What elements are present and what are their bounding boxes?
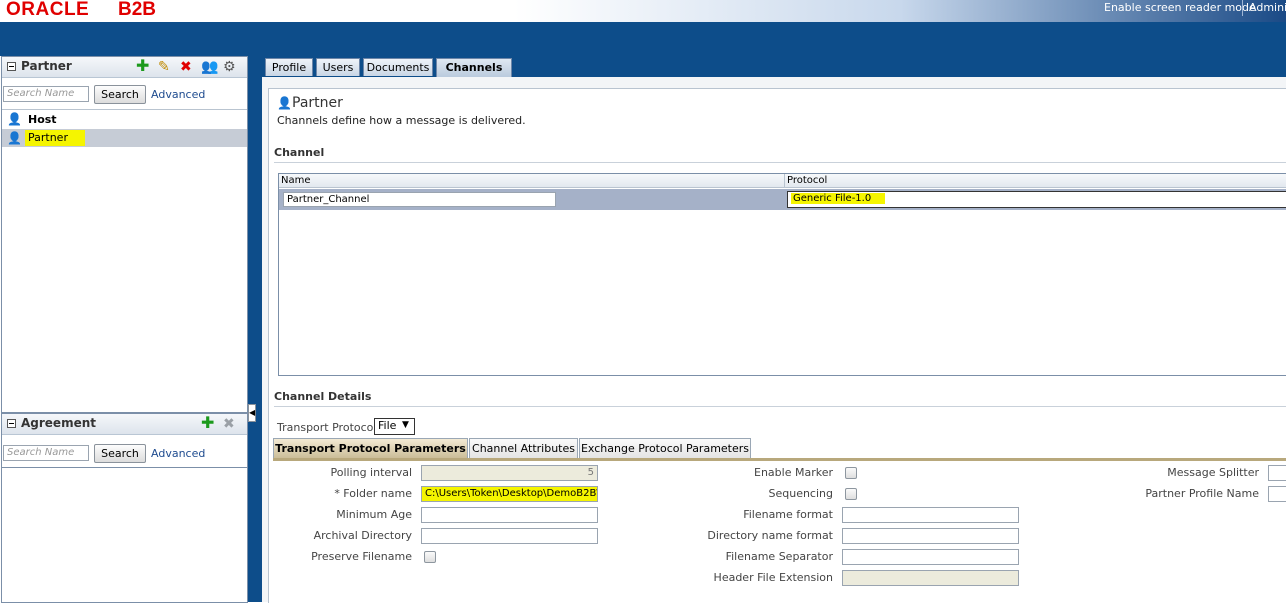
folder-name-input[interactable]: C:\Users\Token\Desktop\DemoB2B\ [421, 486, 598, 502]
minimum-age-label: Minimum Age [336, 508, 412, 521]
partner-label: Partner [25, 130, 85, 146]
list-item[interactable]: 👤 Host [2, 112, 247, 128]
message-splitter-input[interactable] [1268, 465, 1286, 481]
subtab-underline [273, 458, 1286, 461]
archival-directory-input[interactable] [421, 528, 598, 544]
column-header-protocol[interactable]: Protocol [785, 174, 1286, 188]
partner-profile-name-label: Partner Profile Name [1145, 487, 1259, 500]
agreement-panel: Agreement ✚ ✖ Search Name Search Advance… [1, 413, 248, 603]
add-icon[interactable]: ✚ [201, 415, 214, 431]
channel-protocol-cell[interactable]: Generic File-1.0 [787, 191, 1286, 208]
details-section-divider [274, 406, 1286, 407]
archival-directory-label: Archival Directory [313, 529, 412, 542]
brand-bar [0, 22, 1286, 56]
sequencing-checkbox[interactable] [845, 488, 857, 500]
partner-search-button[interactable]: Search [94, 85, 146, 104]
delete-icon[interactable]: ✖ [180, 60, 192, 74]
header-file-extension-input [842, 570, 1019, 586]
tab-profile[interactable]: Profile [265, 58, 313, 76]
partner-advanced-link[interactable]: Advanced [151, 88, 205, 101]
agreement-search-button[interactable]: Search [94, 444, 146, 463]
directory-name-format-label: Directory name format [707, 529, 833, 542]
preserve-filename-label: Preserve Filename [311, 550, 412, 563]
polling-interval-input[interactable]: 5 [421, 465, 598, 481]
message-splitter-label: Message Splitter [1167, 466, 1259, 479]
directory-name-format-input[interactable] [842, 528, 1019, 544]
folder-name-label: * Folder name [334, 487, 412, 500]
transport-protocol-value: File [378, 419, 397, 432]
channel-section-title: Channel [274, 146, 325, 159]
collapse-icon[interactable] [7, 419, 16, 428]
channel-section-divider [274, 162, 1286, 163]
partner-panel-header: Partner ✚ ✎ ✖ 👥 ⚙ [2, 57, 247, 78]
enable-marker-checkbox[interactable] [845, 467, 857, 479]
partner-search-input[interactable]: Search Name [3, 86, 89, 102]
collapse-icon[interactable] [7, 62, 16, 71]
transport-protocol-select[interactable]: File ▼ [374, 418, 415, 435]
tab-users[interactable]: Users [316, 58, 360, 76]
partner-user-icon: 👤 [277, 96, 292, 110]
filename-separator-label: Filename Separator [725, 550, 833, 563]
preserve-filename-checkbox[interactable] [424, 551, 436, 563]
oracle-logo: ORACLE [6, 0, 90, 20]
list-item-selected[interactable]: 👤 Partner [2, 129, 247, 147]
agreement-search-input[interactable]: Search Name [3, 445, 89, 461]
export-icon[interactable]: ⚙ [223, 60, 236, 74]
chevron-down-icon: ▼ [402, 420, 409, 430]
filename-format-label: Filename format [743, 508, 833, 521]
table-row[interactable]: Partner_Channel Generic File-1.0 [279, 189, 1286, 210]
agreement-advanced-link[interactable]: Advanced [151, 447, 205, 460]
subtab-exchange-protocol-parameters[interactable]: Exchange Protocol Parameters [579, 438, 751, 458]
polling-interval-label: Polling interval [330, 466, 412, 479]
header-file-extension-label: Header File Extension [713, 571, 833, 584]
agreement-panel-title: Agreement [21, 416, 96, 430]
channel-name-cell[interactable]: Partner_Channel [283, 192, 556, 207]
panel-splitter-handle[interactable]: ◀ [248, 404, 256, 422]
sequencing-label: Sequencing [768, 487, 833, 500]
subtab-transport-protocol-parameters[interactable]: Transport Protocol Parameters [273, 438, 468, 458]
delete-icon: ✖ [223, 416, 235, 432]
top-header-bar [0, 0, 1286, 22]
column-header-name[interactable]: Name [279, 174, 785, 188]
protocol-value: Generic File-1.0 [791, 193, 886, 204]
subtab-channel-attributes[interactable]: Channel Attributes [469, 438, 578, 458]
tab-documents[interactable]: Documents [363, 58, 433, 76]
filename-separator-input[interactable] [842, 549, 1019, 565]
minimum-age-input[interactable] [421, 507, 598, 523]
product-name: B2B [118, 0, 157, 20]
header-separator [1242, 0, 1243, 16]
host-label: Host [28, 113, 57, 126]
tab-channels[interactable]: Channels [436, 58, 512, 78]
partner-list-divider [2, 109, 247, 110]
page-title: Partner [292, 95, 343, 111]
partner-panel: Partner ✚ ✎ ✖ 👥 ⚙ Search Name Search Adv… [1, 56, 248, 413]
filename-format-input[interactable] [842, 507, 1019, 523]
add-icon[interactable]: ✚ [136, 58, 149, 74]
screen-reader-mode-link[interactable]: Enable screen reader mode [1104, 1, 1256, 14]
edit-icon[interactable]: ✎ [158, 60, 170, 74]
administration-link[interactable]: Adminis [1249, 1, 1286, 14]
partner-panel-title: Partner [21, 59, 72, 73]
channel-table: Name Protocol Partner_Channel Generic Fi… [278, 173, 1286, 376]
enable-marker-label: Enable Marker [754, 466, 833, 479]
transport-protocol-label: Transport Protocol [277, 421, 377, 434]
partner-user-icon: 👤 [7, 131, 22, 145]
agreement-list-divider [2, 467, 247, 468]
users-icon[interactable]: 👥 [201, 60, 218, 74]
page-description: Channels define how a message is deliver… [277, 114, 526, 127]
channel-details-title: Channel Details [274, 390, 372, 403]
agreement-panel-header: Agreement ✚ ✖ [2, 414, 247, 435]
host-user-icon: 👤 [7, 112, 22, 126]
partner-profile-name-input[interactable] [1268, 486, 1286, 502]
